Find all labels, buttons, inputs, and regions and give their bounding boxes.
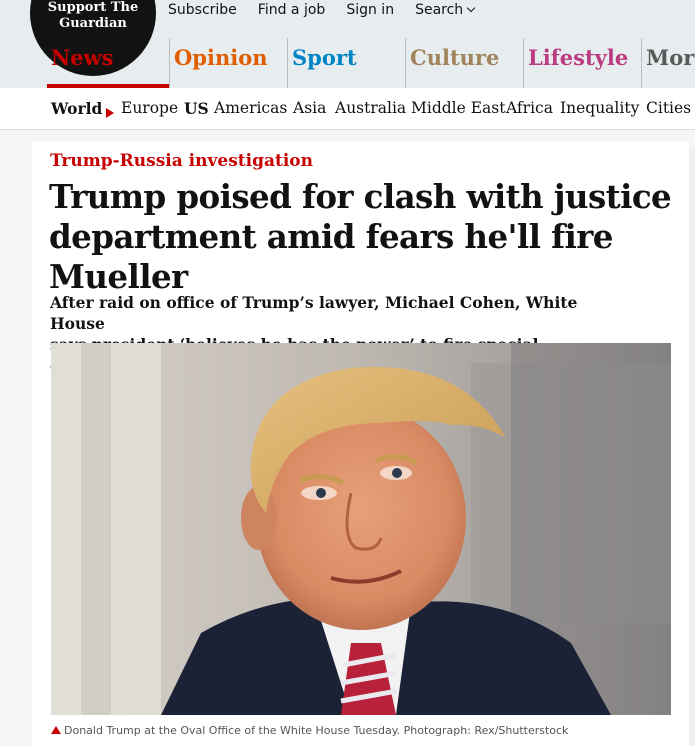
find-job-link[interactable]: Find a job bbox=[258, 2, 326, 18]
pillar-news-label: News bbox=[51, 45, 114, 70]
pillar-sport-label: Sport bbox=[292, 45, 357, 70]
caption-text: Donald Trump at the Oval Office of the W… bbox=[64, 724, 569, 737]
pillar-culture[interactable]: Culture bbox=[405, 38, 523, 88]
pillar-more-label: More bbox=[646, 45, 695, 70]
pillar-nav: News Opinion Sport Culture Lifestyle Mor… bbox=[0, 38, 695, 88]
standfirst-line-1: After raid on office of Trump’s lawyer, … bbox=[50, 293, 578, 333]
article: Trump-Russia investigation Trump poised … bbox=[32, 142, 689, 746]
support-line-1: Support The bbox=[47, 0, 139, 15]
pillar-lifestyle-label: Lifestyle bbox=[528, 45, 629, 70]
subnav-world[interactable]: World bbox=[51, 99, 102, 118]
masthead: Support The Guardian Subscribe Find a jo… bbox=[0, 0, 695, 88]
image-caption: Donald Trump at the Oval Office of the W… bbox=[51, 724, 568, 737]
support-line-2: Guardian bbox=[59, 16, 127, 31]
subnav-americas[interactable]: Americas bbox=[214, 99, 287, 117]
subscribe-link[interactable]: Subscribe bbox=[168, 2, 237, 18]
headline-line-2: department amid fears he'll fire Mueller bbox=[49, 217, 613, 296]
article-main-image bbox=[51, 343, 671, 715]
pillar-news[interactable]: News bbox=[47, 38, 169, 88]
pillar-more[interactable]: More bbox=[641, 38, 695, 88]
section-subnav: World Europe US Americas Asia Australia … bbox=[0, 88, 695, 130]
triangle-right-icon bbox=[106, 104, 114, 122]
pillar-opinion-label: Opinion bbox=[174, 45, 268, 70]
subnav-australia[interactable]: Australia bbox=[335, 99, 406, 117]
subnav-inequality[interactable]: Inequality bbox=[560, 99, 639, 117]
subnav-middle-east[interactable]: Middle East bbox=[411, 99, 505, 117]
pillar-sport[interactable]: Sport bbox=[287, 38, 405, 88]
subnav-europe[interactable]: Europe bbox=[121, 99, 178, 117]
headline-line-1: Trump poised for clash with justice bbox=[49, 177, 672, 216]
top-links: Subscribe Find a job Sign in Search bbox=[168, 2, 495, 18]
portrait-illustration bbox=[51, 343, 671, 715]
subnav-us[interactable]: US bbox=[184, 99, 209, 118]
pillar-culture-label: Culture bbox=[410, 45, 500, 70]
pillar-lifestyle[interactable]: Lifestyle bbox=[523, 38, 641, 88]
subnav-asia[interactable]: Asia bbox=[293, 99, 326, 117]
article-kicker[interactable]: Trump-Russia investigation bbox=[50, 151, 313, 171]
sign-in-link[interactable]: Sign in bbox=[346, 2, 394, 18]
pillar-opinion[interactable]: Opinion bbox=[169, 38, 287, 88]
support-guardian-button[interactable]: Support The Guardian bbox=[30, 0, 156, 32]
search-label: Search bbox=[415, 2, 464, 18]
search-link[interactable]: Search bbox=[415, 2, 476, 18]
triangle-up-icon bbox=[51, 726, 61, 734]
scrollbar[interactable] bbox=[689, 148, 695, 746]
article-headline: Trump poised for clash with justice depa… bbox=[49, 177, 679, 297]
subnav-cities[interactable]: Cities bbox=[646, 99, 691, 117]
chevron-down-icon bbox=[466, 3, 476, 13]
subnav-africa[interactable]: Africa bbox=[506, 99, 553, 117]
